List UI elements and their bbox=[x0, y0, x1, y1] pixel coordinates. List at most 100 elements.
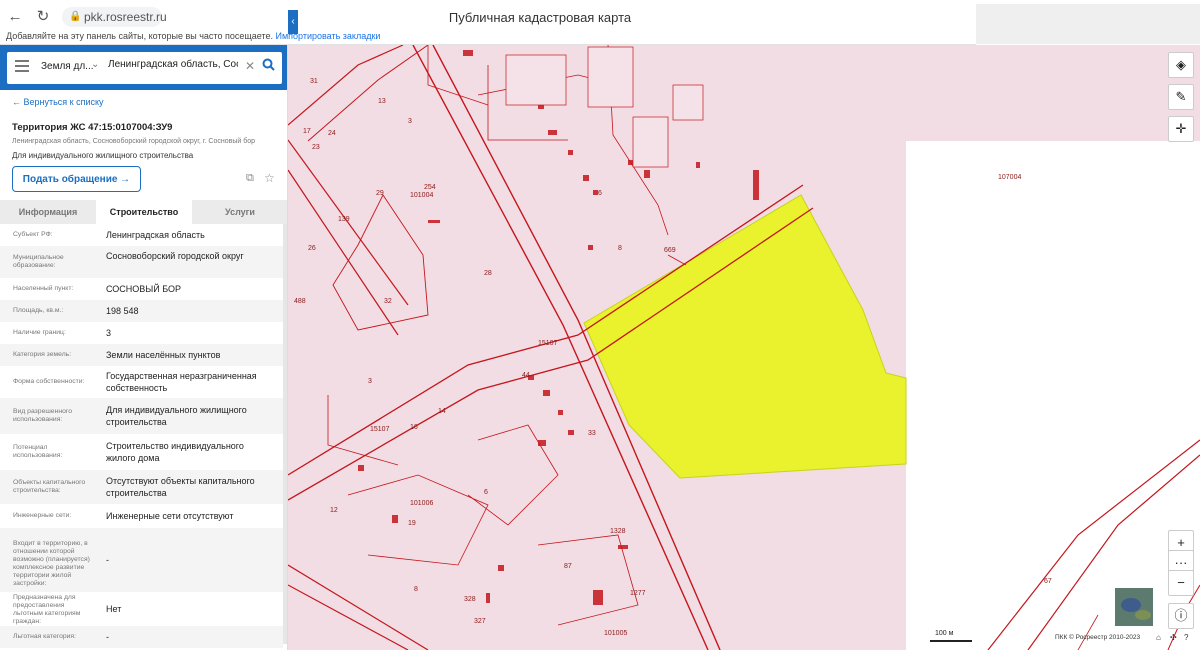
table-row: Категория земель: Земли населённых пункто… bbox=[0, 344, 283, 366]
ruler-icon[interactable]: ✎ bbox=[1168, 84, 1194, 110]
back-arrow-icon[interactable]: ← bbox=[6, 8, 24, 26]
bookmarks-bar: Добавляйте на эту панель сайты, которые … bbox=[6, 31, 380, 41]
map-label: 101005 bbox=[604, 630, 627, 637]
tab-info[interactable]: Информация bbox=[0, 200, 96, 224]
map-label: 13 bbox=[378, 98, 386, 105]
unmapped-area bbox=[906, 141, 1200, 650]
row-value: Нет bbox=[106, 604, 122, 614]
map-label: 101004 bbox=[410, 192, 433, 199]
row-value: Сосновоборский городской округ bbox=[106, 251, 244, 261]
table-row: Предназначена для предоставления льготны… bbox=[0, 592, 283, 626]
map-label: 254 bbox=[424, 184, 436, 191]
info-icon[interactable]: ⓘ bbox=[1168, 603, 1194, 629]
panel-scrollbar[interactable] bbox=[283, 224, 287, 644]
map-label: 669 bbox=[664, 247, 676, 254]
back-to-list-link[interactable]: ← Вернуться к списку bbox=[12, 97, 104, 107]
row-value: - bbox=[106, 555, 109, 565]
hamburger-icon[interactable] bbox=[15, 60, 29, 74]
map-label: 44 bbox=[522, 372, 530, 379]
row-key: Льготная категория: bbox=[13, 633, 77, 640]
home-icon[interactable]: ⌂ bbox=[1156, 633, 1161, 642]
map-label: 87 bbox=[564, 563, 572, 570]
address-text: pkk.rosreestr.ru bbox=[84, 10, 167, 24]
map-label: 16 bbox=[410, 424, 418, 431]
chevron-left-icon[interactable]: ‹ bbox=[288, 10, 298, 34]
search-input[interactable] bbox=[108, 59, 238, 70]
address-bar[interactable]: 🔒 pkk.rosreestr.ru bbox=[62, 7, 167, 27]
help-icon[interactable]: ? bbox=[1184, 633, 1188, 642]
tab-construction[interactable]: Строительство bbox=[96, 200, 192, 224]
row-value: Государственная неразграниченная собстве… bbox=[106, 371, 257, 393]
row-key: Потенциал использования: bbox=[13, 444, 63, 459]
table-row: Муниципальное образование: Сосновоборский… bbox=[0, 246, 283, 278]
table-row: Форма собственности: Государственная нера… bbox=[0, 366, 283, 398]
map-label: 327 bbox=[474, 618, 486, 625]
basemap-switcher[interactable] bbox=[1114, 587, 1154, 627]
crosshair-icon[interactable]: ✛ bbox=[1168, 116, 1194, 142]
row-value: Строительство индивидуального жилого дом… bbox=[106, 441, 244, 463]
row-key: Площадь, кв.м.: bbox=[13, 307, 64, 314]
cadastral-map[interactable]: 31 13 3 17 24 23 254 101004 29 139 26 28 32 488 3 44 16 1… bbox=[288, 45, 1200, 650]
map-label: 15107 bbox=[538, 340, 558, 347]
object-address: Ленинградская область, Сосновоборский го… bbox=[12, 138, 256, 145]
map-label: 24 bbox=[328, 130, 336, 137]
row-key: Вид разрешенного использования: bbox=[13, 408, 72, 423]
table-row: Инженерные сети: Инженерные сети отсутств… bbox=[0, 504, 283, 528]
layers-icon[interactable]: ◈ bbox=[1168, 52, 1194, 78]
object-type-select[interactable]: Земля дл... bbox=[41, 61, 94, 72]
row-value: 3 bbox=[106, 328, 112, 338]
tab-services[interactable]: Услуги bbox=[192, 200, 287, 224]
row-key: Инженерные сети: bbox=[13, 512, 72, 519]
lock-icon: 🔒 bbox=[69, 11, 82, 22]
map-label: 328 bbox=[464, 596, 476, 603]
map-label: 1277 bbox=[630, 590, 646, 597]
table-row: Субъект РФ: Ленинградская область bbox=[0, 224, 283, 246]
map-label: 3 bbox=[368, 378, 372, 385]
object-use: Для индивидуального жилищного строительс… bbox=[12, 151, 194, 160]
map-label: 26 bbox=[308, 245, 316, 252]
browser-toolbar: ← ↻ 🔒 pkk.rosreestr.ru Публичная кадастр… bbox=[0, 0, 976, 45]
row-key: Категория земель: bbox=[13, 351, 72, 358]
map-label: 6 bbox=[484, 489, 488, 496]
row-value: Отсутствуют объекты капитального строите… bbox=[106, 476, 255, 498]
minus-icon[interactable]: − bbox=[1168, 570, 1194, 596]
submit-appeal-button[interactable]: Подать обращение → bbox=[12, 166, 141, 192]
search-bar: Земля дл... ⌄ ✕ bbox=[0, 45, 287, 90]
row-key: Муниципальное образование: bbox=[13, 254, 64, 269]
copy-icon[interactable]: ⧉ bbox=[246, 172, 254, 185]
row-key: Объекты капитального строительства: bbox=[13, 479, 86, 494]
refresh-icon[interactable]: ↻ bbox=[34, 8, 52, 26]
settings-icon[interactable]: ✣ bbox=[1170, 633, 1177, 642]
map-label: 6 bbox=[598, 190, 602, 197]
close-icon[interactable]: ✕ bbox=[245, 59, 255, 73]
map-label: 23 bbox=[312, 144, 320, 151]
row-key: Предназначена для предоставления льготны… bbox=[13, 594, 81, 625]
map-label: 8 bbox=[618, 245, 622, 252]
table-row: Населенный пункт: СОСНОВЫЙ БОР bbox=[0, 278, 283, 300]
search-box: Земля дл... ⌄ ✕ bbox=[7, 52, 282, 84]
row-key: Входит в территорию, в отношении которой… bbox=[13, 540, 90, 587]
selected-parcel bbox=[583, 194, 907, 479]
map-label: 32 bbox=[384, 298, 392, 305]
map-label: 17 bbox=[303, 128, 311, 135]
chevron-down-icon[interactable]: ⌄ bbox=[91, 59, 99, 70]
row-value: 198 548 bbox=[106, 306, 139, 316]
map-label: 29 bbox=[376, 190, 384, 197]
table-row: Потенциал использования: Строительство ин… bbox=[0, 434, 283, 470]
scale-bar bbox=[930, 640, 972, 642]
bookmarks-hint: Добавляйте на эту панель сайты, которые … bbox=[6, 31, 273, 41]
row-value: Для индивидуального жилищного строительс… bbox=[106, 405, 247, 427]
table-row: Входит в территорию, в отношении которой… bbox=[0, 528, 283, 592]
map-label: 3 bbox=[408, 118, 412, 125]
copyright-text: ПКК © Росреестр 2010-2023 bbox=[1055, 634, 1141, 641]
page-title: Публичная кадастровая карта bbox=[448, 10, 632, 25]
search-icon[interactable] bbox=[262, 58, 275, 74]
row-value: Земли населённых пунктов bbox=[106, 350, 221, 360]
star-icon[interactable]: ☆ bbox=[264, 171, 275, 185]
map-label: 1328 bbox=[610, 528, 626, 535]
info-panel: Земля дл... ⌄ ✕ ← Вернуться к списку Тер… bbox=[0, 45, 288, 650]
map-label: 139 bbox=[338, 216, 350, 223]
row-value: Инженерные сети отсутствуют bbox=[106, 511, 234, 521]
table-row: Наличие границ: 3 bbox=[0, 322, 283, 344]
map-canvas[interactable]: 31 13 3 17 24 23 254101004 29 139 26 28 32 488 3 44 16 1… bbox=[288, 45, 1200, 650]
